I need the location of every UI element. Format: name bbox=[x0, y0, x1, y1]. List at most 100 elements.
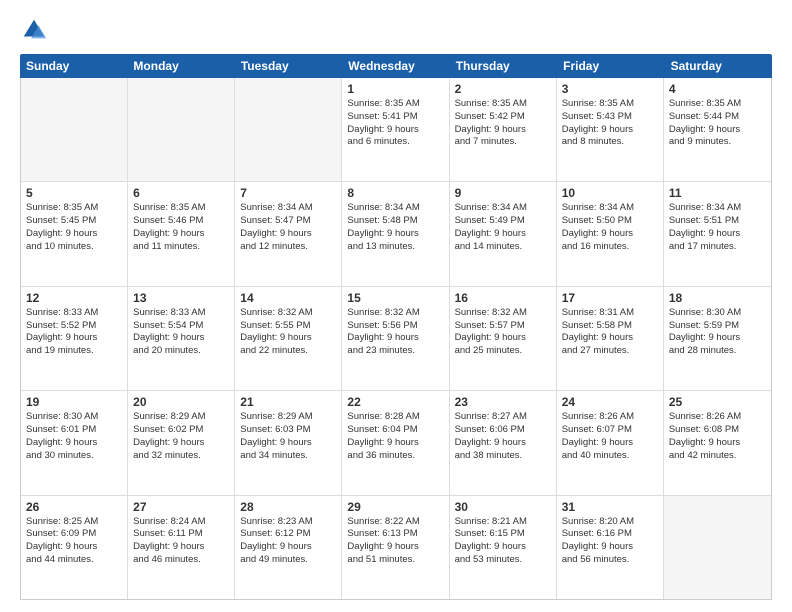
calendar-cell bbox=[128, 78, 235, 181]
cell-line: Sunset: 6:11 PM bbox=[133, 528, 229, 541]
cell-line: and 38 minutes. bbox=[455, 450, 551, 463]
calendar-cell bbox=[235, 78, 342, 181]
day-number: 16 bbox=[455, 291, 551, 305]
cell-line: and 40 minutes. bbox=[562, 450, 658, 463]
day-number: 8 bbox=[347, 186, 443, 200]
cell-line: and 20 minutes. bbox=[133, 345, 229, 358]
calendar-week: 1 Sunrise: 8:35 AM Sunset: 5:41 PM Daylight… bbox=[21, 78, 771, 182]
cell-line: Sunset: 6:13 PM bbox=[347, 528, 443, 541]
logo bbox=[20, 16, 52, 44]
cell-line: Daylight: 9 hours bbox=[240, 541, 336, 554]
day-number: 27 bbox=[133, 500, 229, 514]
cell-line: Sunrise: 8:20 AM bbox=[562, 516, 658, 529]
cell-line: Sunrise: 8:35 AM bbox=[669, 98, 766, 111]
cell-line: Daylight: 9 hours bbox=[669, 228, 766, 241]
cell-line: Sunrise: 8:21 AM bbox=[455, 516, 551, 529]
cell-line: Sunrise: 8:35 AM bbox=[562, 98, 658, 111]
cell-line: Sunset: 5:51 PM bbox=[669, 215, 766, 228]
cell-line: and 51 minutes. bbox=[347, 554, 443, 567]
cell-line: Daylight: 9 hours bbox=[669, 332, 766, 345]
cell-line: Daylight: 9 hours bbox=[455, 332, 551, 345]
weekday-header: Friday bbox=[557, 54, 664, 78]
cell-line: Sunrise: 8:22 AM bbox=[347, 516, 443, 529]
cell-line: and 6 minutes. bbox=[347, 136, 443, 149]
cell-line: and 49 minutes. bbox=[240, 554, 336, 567]
cell-line: and 17 minutes. bbox=[669, 241, 766, 254]
day-number: 1 bbox=[347, 82, 443, 96]
cell-line: Sunrise: 8:30 AM bbox=[669, 307, 766, 320]
cell-line: Sunrise: 8:33 AM bbox=[133, 307, 229, 320]
day-number: 17 bbox=[562, 291, 658, 305]
weekday-header: Tuesday bbox=[235, 54, 342, 78]
cell-line: Sunset: 5:45 PM bbox=[26, 215, 122, 228]
cell-line: and 32 minutes. bbox=[133, 450, 229, 463]
cell-line: Sunset: 5:55 PM bbox=[240, 320, 336, 333]
calendar-cell: 8Sunrise: 8:34 AMSunset: 5:48 PMDaylight… bbox=[342, 182, 449, 285]
cell-line: and 16 minutes. bbox=[562, 241, 658, 254]
cell-line: Sunrise: 8:31 AM bbox=[562, 307, 658, 320]
cell-line: Daylight: 9 hours bbox=[240, 228, 336, 241]
cell-line: Sunset: 5:57 PM bbox=[455, 320, 551, 333]
day-number: 29 bbox=[347, 500, 443, 514]
cell-line: Sunrise: 8:25 AM bbox=[26, 516, 122, 529]
cell-line: Sunset: 5:46 PM bbox=[133, 215, 229, 228]
cell-line: Sunset: 5:59 PM bbox=[669, 320, 766, 333]
cell-line: Daylight: 9 hours bbox=[455, 437, 551, 450]
cell-line: Sunrise: 8:35 AM bbox=[26, 202, 122, 215]
cell-line: Sunset: 5:50 PM bbox=[562, 215, 658, 228]
weekday-header: Thursday bbox=[450, 54, 557, 78]
cell-line: Sunrise: 8:26 AM bbox=[562, 411, 658, 424]
calendar-cell: 29Sunrise: 8:22 AMSunset: 6:13 PMDayligh… bbox=[342, 496, 449, 599]
cell-line: Sunrise: 8:30 AM bbox=[26, 411, 122, 424]
calendar-week: 5 Sunrise: 8:35 AMSunset: 5:45 PM Daylight… bbox=[21, 182, 771, 286]
cell-line: Sunrise: 8:26 AM bbox=[669, 411, 766, 424]
cell-line: Sunrise: 8:29 AM bbox=[240, 411, 336, 424]
day-number: 3 bbox=[562, 82, 658, 96]
cell-line: Daylight: 9 hours bbox=[133, 437, 229, 450]
day-number: 13 bbox=[133, 291, 229, 305]
day-number: 4 bbox=[669, 82, 766, 96]
calendar-cell: 10Sunrise: 8:34 AMSunset: 5:50 PMDayligh… bbox=[557, 182, 664, 285]
cell-line: and 27 minutes. bbox=[562, 345, 658, 358]
cell-line: Daylight: 9 hours bbox=[562, 437, 658, 450]
calendar-cell: 12Sunrise: 8:33 AMSunset: 5:52 PMDayligh… bbox=[21, 287, 128, 390]
day-number: 22 bbox=[347, 395, 443, 409]
calendar-cell bbox=[21, 78, 128, 181]
cell-line: and 46 minutes. bbox=[133, 554, 229, 567]
cell-line: Daylight: 9 hours bbox=[133, 541, 229, 554]
header bbox=[20, 16, 772, 44]
cell-line: and 10 minutes. bbox=[26, 241, 122, 254]
day-number: 25 bbox=[669, 395, 766, 409]
day-number: 10 bbox=[562, 186, 658, 200]
cell-line: Daylight: 9 hours bbox=[347, 437, 443, 450]
cell-line: Daylight: 9 hours bbox=[240, 332, 336, 345]
cell-line: and 23 minutes. bbox=[347, 345, 443, 358]
calendar-cell: 25Sunrise: 8:26 AMSunset: 6:08 PMDayligh… bbox=[664, 391, 771, 494]
calendar-cell: 26Sunrise: 8:25 AMSunset: 6:09 PMDayligh… bbox=[21, 496, 128, 599]
day-number: 18 bbox=[669, 291, 766, 305]
cell-line: and 34 minutes. bbox=[240, 450, 336, 463]
cell-line: and 22 minutes. bbox=[240, 345, 336, 358]
cell-line: Sunset: 5:41 PM bbox=[347, 111, 443, 124]
calendar-cell: 23Sunrise: 8:27 AMSunset: 6:06 PMDayligh… bbox=[450, 391, 557, 494]
weekday-header: Wednesday bbox=[342, 54, 449, 78]
cell-line: Daylight: 9 hours bbox=[562, 124, 658, 137]
cell-line: and 7 minutes. bbox=[455, 136, 551, 149]
cell-line: Sunrise: 8:23 AM bbox=[240, 516, 336, 529]
calendar-cell: 4Sunrise: 8:35 AMSunset: 5:44 PMDaylight… bbox=[664, 78, 771, 181]
cell-line: and 30 minutes. bbox=[26, 450, 122, 463]
cell-line: Daylight: 9 hours bbox=[133, 332, 229, 345]
cell-line: Daylight: 9 hours bbox=[669, 437, 766, 450]
cell-line: and 14 minutes. bbox=[455, 241, 551, 254]
cell-line: Sunrise: 8:34 AM bbox=[240, 202, 336, 215]
calendar-cell: 24Sunrise: 8:26 AMSunset: 6:07 PMDayligh… bbox=[557, 391, 664, 494]
cell-line: Sunset: 5:43 PM bbox=[562, 111, 658, 124]
calendar-cell: 19Sunrise: 8:30 AMSunset: 6:01 PMDayligh… bbox=[21, 391, 128, 494]
cell-line: Sunset: 6:09 PM bbox=[26, 528, 122, 541]
calendar-cell: 21Sunrise: 8:29 AMSunset: 6:03 PMDayligh… bbox=[235, 391, 342, 494]
day-number: 5 bbox=[26, 186, 122, 200]
cell-line: Daylight: 9 hours bbox=[347, 332, 443, 345]
cell-line: Sunset: 6:15 PM bbox=[455, 528, 551, 541]
cell-line: Daylight: 9 hours bbox=[455, 228, 551, 241]
day-number: 14 bbox=[240, 291, 336, 305]
